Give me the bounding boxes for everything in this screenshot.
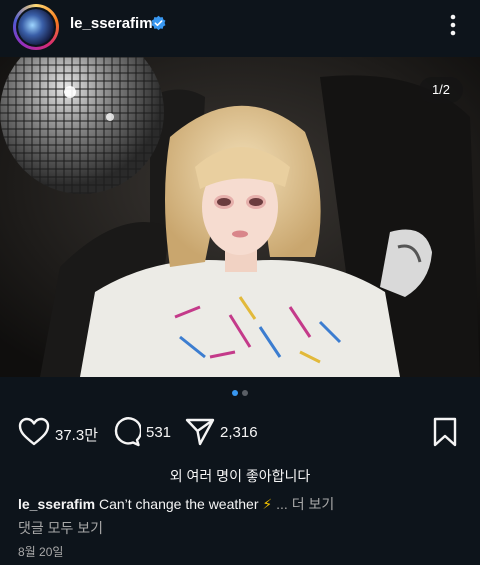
heart-icon[interactable]: [18, 417, 50, 447]
avatar[interactable]: [13, 4, 59, 50]
more-options-icon[interactable]: [444, 10, 462, 40]
image-counter: 1/2: [419, 77, 463, 103]
bookmark-icon[interactable]: [433, 417, 457, 447]
photo-illustration: [0, 57, 480, 377]
post-date: 8월 20일: [18, 545, 64, 559]
avatar-image: [16, 7, 56, 47]
verified-badge-icon: [151, 15, 166, 31]
view-all-comments-link[interactable]: 댓글 모두 보기: [18, 518, 103, 538]
liked-by-text[interactable]: 외 여러 명이 좋아합니다: [0, 466, 480, 486]
carousel-indicator: [0, 390, 480, 396]
shares-count[interactable]: 2,316: [220, 424, 258, 441]
carousel-dot: [242, 390, 248, 396]
caption-username[interactable]: le_sserafim: [18, 496, 95, 512]
comment-icon[interactable]: [111, 417, 141, 447]
see-more-link[interactable]: ... 더 보기: [276, 496, 334, 512]
lightning-emoji: ⚡: [262, 496, 273, 512]
caption: le_sserafim Can’t change the weather ⚡ .…: [18, 494, 334, 514]
carousel-dot-active: [232, 390, 238, 396]
paper-plane-icon[interactable]: [185, 417, 215, 447]
comments-count[interactable]: 531: [146, 424, 171, 441]
caption-text: Can’t change the weather: [98, 496, 259, 512]
post-photo[interactable]: [0, 57, 480, 377]
action-bar: 37.3만 531 2,316: [0, 412, 480, 452]
username-link[interactable]: le_sserafim: [70, 15, 153, 32]
post-header: le_sserafim: [0, 0, 480, 52]
likes-count[interactable]: 37.3만: [55, 424, 98, 445]
